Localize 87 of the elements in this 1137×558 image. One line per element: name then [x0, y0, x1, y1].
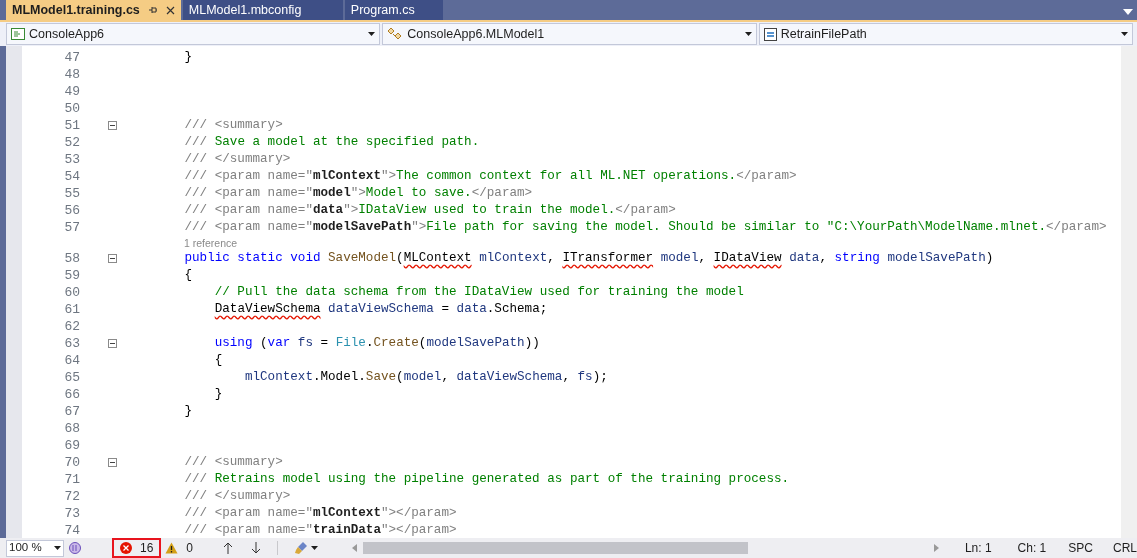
- dropdown-field[interactable]: RetrainFilePath: [758, 23, 1133, 45]
- whitespace-mode[interactable]: SPC: [1068, 539, 1093, 557]
- pin-icon[interactable]: [147, 5, 158, 15]
- line-number: 55: [63, 185, 80, 202]
- code-line: /// <param name="mlContext">The common context for all ML.NET operations.</param>: [183, 168, 797, 185]
- collapse-icon[interactable]: [108, 339, 117, 348]
- line-number: 48: [63, 66, 80, 83]
- line-ending[interactable]: CRL: [1113, 539, 1137, 557]
- line-number: 53: [63, 151, 80, 168]
- code-line: }: [183, 49, 193, 66]
- dropdown-field[interactable]: ConsoleApp6: [6, 23, 381, 45]
- line-number: 60: [63, 284, 80, 301]
- line-number: 47: [63, 49, 80, 66]
- line-number: 71: [63, 471, 80, 488]
- line-number: 64: [63, 352, 80, 369]
- line-number: 68: [63, 420, 80, 437]
- caret-icon: [744, 32, 752, 36]
- code-line: public static void SaveModel(MLContext mlContext, ITransformer model, IDataView data, string modelSavePath): [183, 250, 994, 267]
- line-number: 65: [63, 369, 80, 386]
- vertical-scrollbar[interactable]: [1121, 46, 1137, 538]
- code-line: /// <summary>: [183, 454, 283, 471]
- up-arrow-icon[interactable]: [223, 542, 234, 554]
- line-number: 69: [63, 437, 80, 454]
- code-line: /// <summary>: [183, 117, 283, 134]
- down-arrow-icon[interactable]: [251, 542, 262, 554]
- warning-count[interactable]: 0: [165, 539, 194, 557]
- code-line: }: [213, 386, 223, 403]
- line-number: 56: [63, 202, 80, 219]
- code-line: mlContext.Model.Save(model, dataViewSchema, fs);: [243, 369, 608, 386]
- zoom-dropdown[interactable]: 100 %: [6, 539, 64, 557]
- class-icon: [387, 27, 404, 41]
- line-number: 58: [63, 250, 80, 267]
- code-line: {: [213, 352, 223, 369]
- dropdown-field[interactable]: ConsoleApp6.MLModel1: [382, 23, 757, 45]
- file-tab[interactable]: MLModel1.training.cs: [6, 0, 181, 20]
- line-position[interactable]: Ln: 1: [964, 539, 992, 557]
- line-number: 52: [63, 134, 80, 151]
- intellicode-icon[interactable]: [68, 541, 82, 555]
- close-icon[interactable]: [165, 5, 175, 15]
- caret-icon: [54, 546, 61, 550]
- code-line: /// </summary>: [183, 151, 291, 168]
- line-number: 49: [63, 83, 80, 100]
- line-number: 67: [63, 403, 80, 420]
- line-number: 59: [63, 267, 80, 284]
- brush-icon[interactable]: [294, 541, 309, 555]
- collapse-icon[interactable]: [108, 254, 117, 263]
- line-number: 62: [63, 318, 80, 335]
- collapse-icon[interactable]: [108, 458, 117, 467]
- code-line: /// <param name="mlContext"></param>: [183, 505, 457, 522]
- line-number: 66: [63, 386, 80, 403]
- line-number: 54: [63, 168, 80, 185]
- line-number: 63: [63, 335, 80, 352]
- line-number: 74: [63, 522, 80, 538]
- column-position[interactable]: Ch: 1: [1017, 539, 1047, 557]
- caret-icon: [368, 32, 376, 36]
- csharp-file-icon: [11, 28, 25, 40]
- code-line: DataViewSchema dataViewSchema = data.Schema;: [213, 301, 548, 318]
- horizontal-scrollbar-thumb[interactable]: [363, 542, 749, 554]
- code-line: /// <param name="model">Model to save.</param>: [183, 185, 533, 202]
- line-number: 61: [63, 301, 80, 318]
- dropdown-icon[interactable]: [1123, 9, 1133, 15]
- file-tab[interactable]: MLModel1.mbconfig: [182, 0, 343, 20]
- error-icon: [120, 542, 132, 554]
- code-line: using (var fs = File.Create(modelSavePath)): [213, 335, 540, 352]
- collapse-icon[interactable]: [108, 121, 117, 130]
- error-count[interactable]: 16: [112, 538, 162, 558]
- line-number: 50: [63, 100, 80, 117]
- code-line: /// <param name="data">IDataView used to train the model.</param>: [183, 202, 676, 219]
- code-line: /// Save a model at the specified path.: [183, 134, 480, 151]
- line-number: 57: [63, 219, 80, 236]
- file-tab[interactable]: Program.cs: [344, 0, 443, 20]
- code-line: /// </summary>: [183, 488, 291, 505]
- code-line: /// Retrains model using the pipeline generated as part of the training process.: [183, 471, 790, 488]
- line-number: 70: [63, 454, 80, 471]
- code-line: // Pull the data schema from the IDataView used for training the model: [213, 284, 744, 301]
- code-line: }: [183, 403, 193, 420]
- code-line: /// <param name="modelSavePath">File path for saving the model. Should be similar to "C:\YourPath\ModelName.mlnet.</param>: [183, 219, 1107, 236]
- caret-icon: [1121, 32, 1128, 36]
- code-line: {: [183, 267, 193, 284]
- line-number: 72: [63, 488, 80, 505]
- caret-icon: [311, 546, 319, 550]
- code-line: /// <param name="trainData"></param>: [183, 522, 457, 538]
- warning-icon: [165, 542, 179, 554]
- line-number: 51: [63, 117, 80, 134]
- field-icon: [763, 27, 777, 41]
- line-number: 73: [63, 505, 80, 522]
- reference-count[interactable]: 1 reference: [124, 236, 238, 250]
